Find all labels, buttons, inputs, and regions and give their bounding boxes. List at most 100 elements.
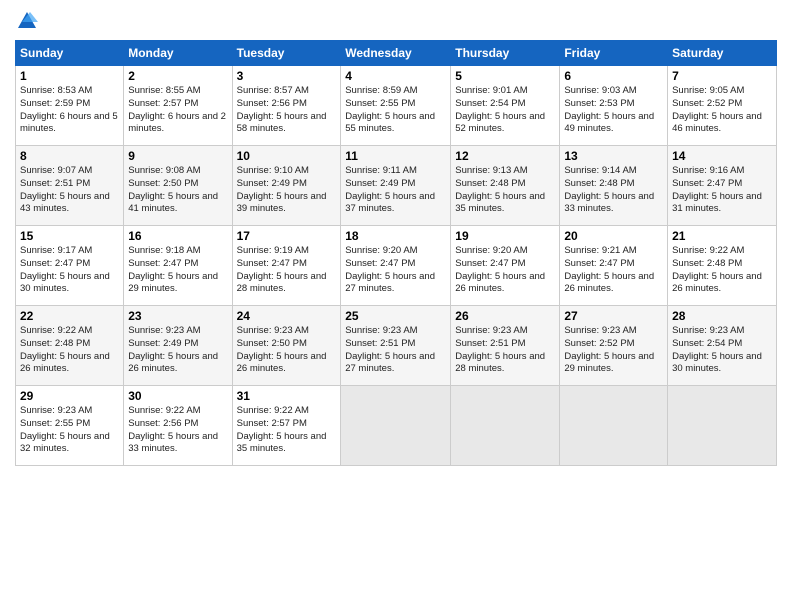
day-info: Sunrise: 9:14 AM Sunset: 2:48 PM Dayligh… <box>564 165 663 216</box>
day-info: Sunrise: 9:23 AM Sunset: 2:49 PM Dayligh… <box>128 325 227 376</box>
calendar-cell: 4 Sunrise: 8:59 AM Sunset: 2:55 PM Daylig… <box>341 66 451 146</box>
day-info: Sunrise: 9:20 AM Sunset: 2:47 PM Dayligh… <box>345 245 446 296</box>
logo-icon <box>16 10 38 32</box>
calendar-cell: 18 Sunrise: 9:20 AM Sunset: 2:47 PM Dayli… <box>341 226 451 306</box>
calendar-cell: 25 Sunrise: 9:23 AM Sunset: 2:51 PM Dayli… <box>341 306 451 386</box>
day-info: Sunrise: 9:13 AM Sunset: 2:48 PM Dayligh… <box>455 165 555 216</box>
calendar-cell: 21Sunrise: 9:22 AM Sunset: 2:48 PM Dayli… <box>668 226 777 306</box>
calendar-cell: 26Sunrise: 9:23 AM Sunset: 2:51 PM Dayli… <box>451 306 560 386</box>
day-info: Sunrise: 9:23 AM Sunset: 2:51 PM Dayligh… <box>345 325 446 376</box>
day-number: 23 <box>128 309 227 323</box>
logo <box>15 10 39 32</box>
calendar-cell <box>451 386 560 466</box>
day-number: 25 <box>345 309 446 323</box>
weekday-header-row: SundayMondayTuesdayWednesdayThursdayFrid… <box>16 41 777 66</box>
day-number: 8 <box>20 149 119 163</box>
day-info: Sunrise: 9:05 AM Sunset: 2:52 PM Dayligh… <box>672 85 772 136</box>
day-info: Sunrise: 9:23 AM Sunset: 2:54 PM Dayligh… <box>672 325 772 376</box>
calendar-cell: 19Sunrise: 9:20 AM Sunset: 2:47 PM Dayli… <box>451 226 560 306</box>
day-number: 11 <box>345 149 446 163</box>
day-info: Sunrise: 9:23 AM Sunset: 2:50 PM Dayligh… <box>237 325 337 376</box>
day-info: Sunrise: 9:17 AM Sunset: 2:47 PM Dayligh… <box>20 245 119 296</box>
weekday-header-wednesday: Wednesday <box>341 41 451 66</box>
day-number: 28 <box>672 309 772 323</box>
calendar-cell: 11 Sunrise: 9:11 AM Sunset: 2:49 PM Dayli… <box>341 146 451 226</box>
day-info: Sunrise: 9:20 AM Sunset: 2:47 PM Dayligh… <box>455 245 555 296</box>
weekday-header-tuesday: Tuesday <box>232 41 341 66</box>
day-info: Sunrise: 9:03 AM Sunset: 2:53 PM Dayligh… <box>564 85 663 136</box>
day-number: 5 <box>455 69 555 83</box>
calendar-week-5: 29 Sunrise: 9:23 AM Sunset: 2:55 PM Dayli… <box>16 386 777 466</box>
day-number: 20 <box>564 229 663 243</box>
day-number: 27 <box>564 309 663 323</box>
calendar-cell: 3 Sunrise: 8:57 AM Sunset: 2:56 PM Daylig… <box>232 66 341 146</box>
day-number: 15 <box>20 229 119 243</box>
weekday-header-friday: Friday <box>560 41 668 66</box>
header <box>15 10 777 32</box>
calendar-cell: 6 Sunrise: 9:03 AM Sunset: 2:53 PM Daylig… <box>560 66 668 146</box>
weekday-header-saturday: Saturday <box>668 41 777 66</box>
calendar-cell: 12 Sunrise: 9:13 AM Sunset: 2:48 PM Dayli… <box>451 146 560 226</box>
day-info: Sunrise: 9:07 AM Sunset: 2:51 PM Dayligh… <box>20 165 119 216</box>
day-number: 6 <box>564 69 663 83</box>
calendar-cell: 9Sunrise: 9:08 AM Sunset: 2:50 PM Daylig… <box>124 146 232 226</box>
day-number: 14 <box>672 149 772 163</box>
calendar-table: SundayMondayTuesdayWednesdayThursdayFrid… <box>15 40 777 466</box>
day-number: 1 <box>20 69 119 83</box>
day-info: Sunrise: 9:22 AM Sunset: 2:48 PM Dayligh… <box>672 245 772 296</box>
calendar-cell: 14 Sunrise: 9:16 AM Sunset: 2:47 PM Dayli… <box>668 146 777 226</box>
calendar-cell: 23 Sunrise: 9:23 AM Sunset: 2:49 PM Dayli… <box>124 306 232 386</box>
calendar-cell: 22 Sunrise: 9:22 AM Sunset: 2:48 PM Dayli… <box>16 306 124 386</box>
calendar-cell: 28 Sunrise: 9:23 AM Sunset: 2:54 PM Dayli… <box>668 306 777 386</box>
day-number: 10 <box>237 149 337 163</box>
day-number: 29 <box>20 389 119 403</box>
day-number: 4 <box>345 69 446 83</box>
day-number: 12 <box>455 149 555 163</box>
day-info: Sunrise: 9:23 AM Sunset: 2:51 PM Dayligh… <box>455 325 555 376</box>
calendar-cell: 15 Sunrise: 9:17 AM Sunset: 2:47 PM Dayli… <box>16 226 124 306</box>
day-info: Sunrise: 9:22 AM Sunset: 2:48 PM Dayligh… <box>20 325 119 376</box>
day-number: 31 <box>237 389 337 403</box>
calendar-cell: 13 Sunrise: 9:14 AM Sunset: 2:48 PM Dayli… <box>560 146 668 226</box>
calendar-cell: 27 Sunrise: 9:23 AM Sunset: 2:52 PM Dayli… <box>560 306 668 386</box>
day-number: 18 <box>345 229 446 243</box>
day-number: 3 <box>237 69 337 83</box>
day-number: 2 <box>128 69 227 83</box>
day-info: Sunrise: 9:18 AM Sunset: 2:47 PM Dayligh… <box>128 245 227 296</box>
day-number: 24 <box>237 309 337 323</box>
day-info: Sunrise: 8:59 AM Sunset: 2:55 PM Dayligh… <box>345 85 446 136</box>
day-info: Sunrise: 9:19 AM Sunset: 2:47 PM Dayligh… <box>237 245 337 296</box>
day-number: 22 <box>20 309 119 323</box>
calendar-cell: 1Sunrise: 8:53 AM Sunset: 2:59 PM Daylig… <box>16 66 124 146</box>
calendar-cell: 30Sunrise: 9:22 AM Sunset: 2:56 PM Dayli… <box>124 386 232 466</box>
day-info: Sunrise: 9:16 AM Sunset: 2:47 PM Dayligh… <box>672 165 772 216</box>
day-info: Sunrise: 9:23 AM Sunset: 2:55 PM Dayligh… <box>20 405 119 456</box>
calendar-week-4: 22 Sunrise: 9:22 AM Sunset: 2:48 PM Dayli… <box>16 306 777 386</box>
calendar-container: SundayMondayTuesdayWednesdayThursdayFrid… <box>0 0 792 476</box>
calendar-week-1: 1Sunrise: 8:53 AM Sunset: 2:59 PM Daylig… <box>16 66 777 146</box>
day-info: Sunrise: 9:11 AM Sunset: 2:49 PM Dayligh… <box>345 165 446 216</box>
weekday-header-thursday: Thursday <box>451 41 560 66</box>
day-info: Sunrise: 8:55 AM Sunset: 2:57 PM Dayligh… <box>128 85 227 136</box>
calendar-cell: 7 Sunrise: 9:05 AM Sunset: 2:52 PM Daylig… <box>668 66 777 146</box>
day-info: Sunrise: 9:01 AM Sunset: 2:54 PM Dayligh… <box>455 85 555 136</box>
day-number: 16 <box>128 229 227 243</box>
day-info: Sunrise: 9:22 AM Sunset: 2:57 PM Dayligh… <box>237 405 337 456</box>
calendar-cell: 31 Sunrise: 9:22 AM Sunset: 2:57 PM Dayli… <box>232 386 341 466</box>
day-number: 7 <box>672 69 772 83</box>
day-info: Sunrise: 9:22 AM Sunset: 2:56 PM Dayligh… <box>128 405 227 456</box>
weekday-header-sunday: Sunday <box>16 41 124 66</box>
calendar-cell: 17 Sunrise: 9:19 AM Sunset: 2:47 PM Dayli… <box>232 226 341 306</box>
day-info: Sunrise: 9:21 AM Sunset: 2:47 PM Dayligh… <box>564 245 663 296</box>
calendar-cell: 8 Sunrise: 9:07 AM Sunset: 2:51 PM Daylig… <box>16 146 124 226</box>
calendar-cell <box>341 386 451 466</box>
day-number: 13 <box>564 149 663 163</box>
day-number: 17 <box>237 229 337 243</box>
calendar-cell: 24 Sunrise: 9:23 AM Sunset: 2:50 PM Dayli… <box>232 306 341 386</box>
calendar-cell: 5 Sunrise: 9:01 AM Sunset: 2:54 PM Daylig… <box>451 66 560 146</box>
day-info: Sunrise: 9:10 AM Sunset: 2:49 PM Dayligh… <box>237 165 337 216</box>
day-info: Sunrise: 9:23 AM Sunset: 2:52 PM Dayligh… <box>564 325 663 376</box>
day-info: Sunrise: 8:57 AM Sunset: 2:56 PM Dayligh… <box>237 85 337 136</box>
calendar-cell: 2 Sunrise: 8:55 AM Sunset: 2:57 PM Daylig… <box>124 66 232 146</box>
calendar-cell: 16 Sunrise: 9:18 AM Sunset: 2:47 PM Dayli… <box>124 226 232 306</box>
